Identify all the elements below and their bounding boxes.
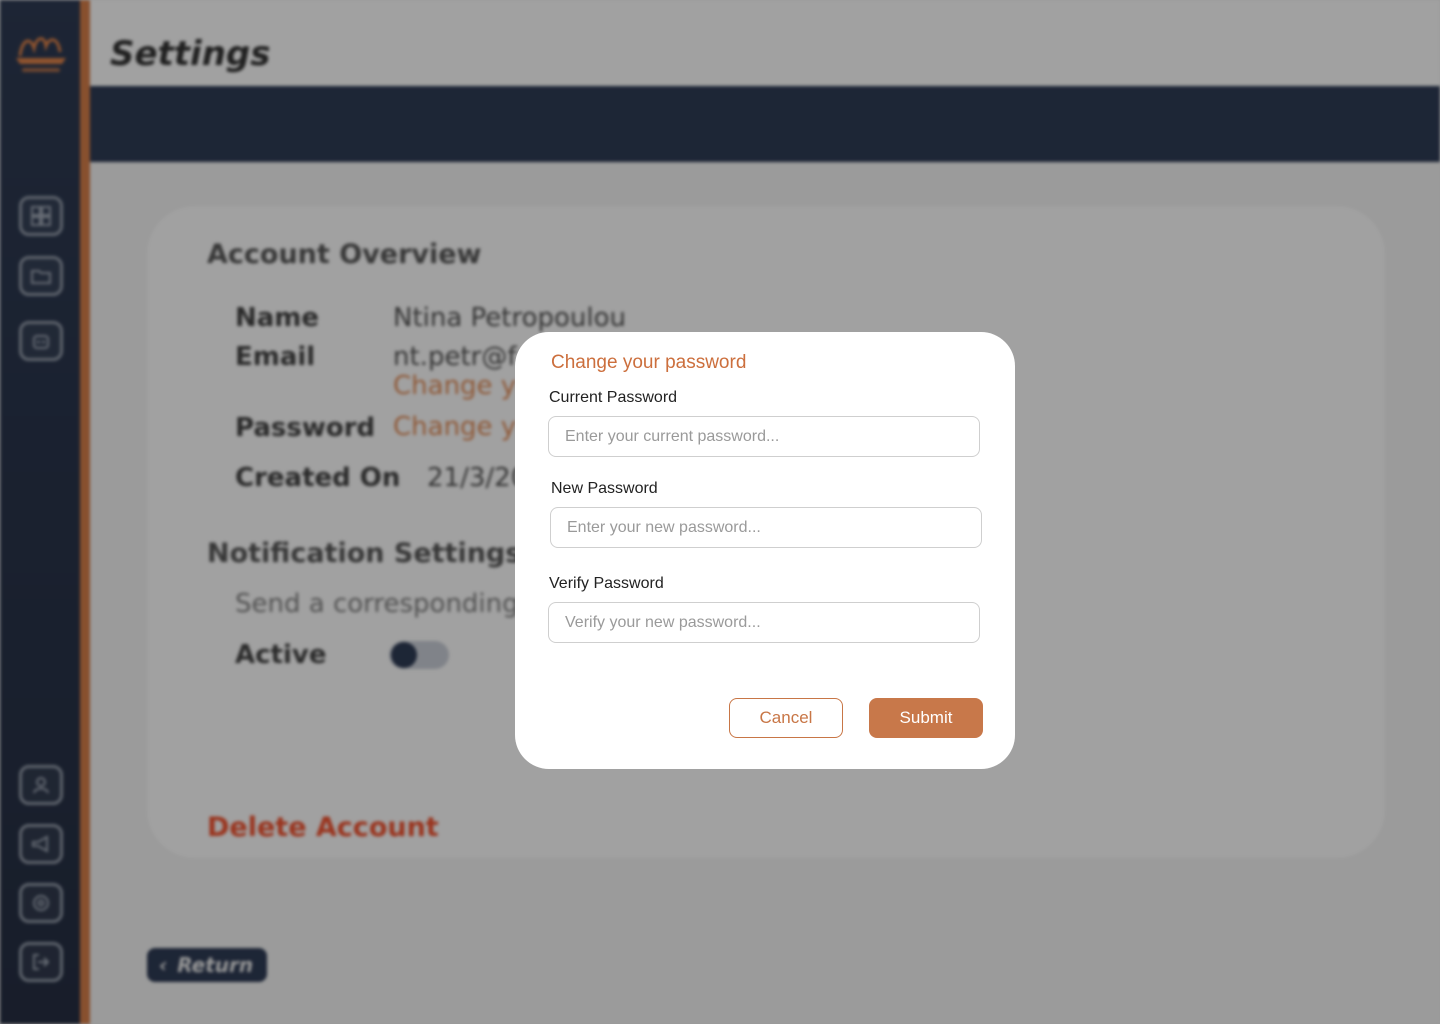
- verify-password-label: Verify Password: [549, 575, 664, 592]
- dialog-title: Change your password: [551, 352, 747, 373]
- current-password-label: Current Password: [549, 389, 678, 406]
- change-password-dialog: Change your password Current Password Ne…: [515, 332, 1015, 769]
- verify-password-input[interactable]: [548, 602, 980, 643]
- new-password-label: New Password: [551, 480, 658, 497]
- cancel-button[interactable]: Cancel: [729, 698, 843, 738]
- current-password-input[interactable]: [548, 416, 980, 457]
- new-password-input[interactable]: [550, 507, 982, 548]
- submit-button[interactable]: Submit: [869, 698, 983, 738]
